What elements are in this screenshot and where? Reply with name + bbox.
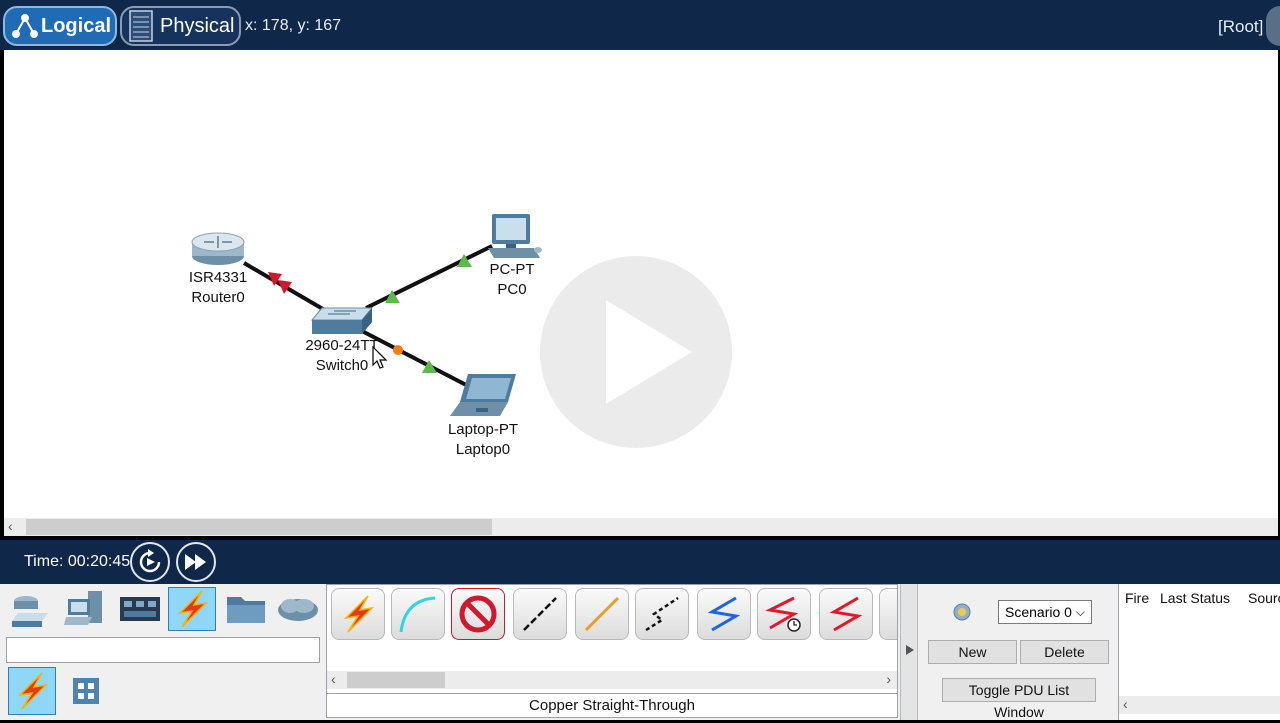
logical-view-button[interactable]: Logical <box>3 6 117 46</box>
lightning-connection-icon <box>177 590 209 628</box>
navigation-toggle[interactable] <box>1266 6 1280 46</box>
panel-divider[interactable] <box>900 584 918 720</box>
fast-forward-icon <box>185 554 206 570</box>
reset-cycle-icon <box>139 549 161 573</box>
automatic-connection-button[interactable] <box>331 588 385 640</box>
new-scenario-button[interactable]: New <box>928 640 1017 664</box>
console-cable-icon <box>399 596 436 633</box>
chevron-down-icon: ⌵ <box>1075 605 1085 619</box>
crossover-cable-icon <box>584 596 620 632</box>
canvas-horizontal-scrollbar[interactable]: ‹ <box>4 518 1278 536</box>
console-connection-button[interactable] <box>391 588 445 640</box>
column-source[interactable]: Sourc <box>1248 590 1280 606</box>
phone-connection-button[interactable] <box>697 588 751 640</box>
lightning-connection-icon <box>17 672 49 710</box>
logical-label: Logical <box>41 14 112 37</box>
device-search-input[interactable] <box>6 637 320 663</box>
simulation-time: Time: 00:20:45 <box>24 553 131 570</box>
cloud-icon <box>278 599 318 621</box>
router-model: ISR4331 <box>188 269 248 286</box>
components-category[interactable] <box>116 587 164 631</box>
scroll-thumb[interactable] <box>26 519 492 535</box>
realtime-bar: Time: 00:20:45 <box>0 540 1280 584</box>
physical-label: Physical <box>160 14 235 37</box>
multiuser-category[interactable] <box>274 587 322 631</box>
scenario-info-icon <box>953 603 971 621</box>
pdu-horizontal-scrollbar[interactable]: ‹ <box>1119 696 1280 714</box>
scroll-right-icon[interactable]: › <box>886 671 891 687</box>
scroll-thumb[interactable] <box>347 672 445 688</box>
copper-cross-over-button[interactable] <box>575 588 629 640</box>
selected-connection-name: Copper Straight-Through <box>327 693 897 717</box>
video-play-icon[interactable] <box>520 236 752 468</box>
logical-icon <box>12 14 38 38</box>
fiber-cable-icon <box>645 596 679 632</box>
connection-horizontal-scrollbar[interactable]: ‹ › <box>327 671 897 689</box>
column-last-status[interactable]: Last Status <box>1160 590 1230 606</box>
miscellaneous-category[interactable] <box>222 587 270 631</box>
laptop-model: Laptop-PT <box>447 421 519 438</box>
serial-dce-button[interactable] <box>757 588 811 640</box>
pdu-list-table: Fire Last Status Sourc ‹ <box>1118 584 1280 720</box>
connections-subcategory[interactable] <box>8 667 56 715</box>
serial-dce-icon <box>765 596 801 632</box>
mouse-cursor-icon <box>372 346 388 369</box>
connection-types-panel: ‹ › Copper Straight-Through <box>326 584 898 718</box>
physical-view-button[interactable]: Physical <box>120 6 241 46</box>
grid-icon <box>73 678 99 704</box>
link-status-pending-icon <box>393 345 403 355</box>
straight-cable-icon <box>523 597 557 631</box>
workspace-toolbar: Logical Physical x: 178, y: 167 [Root] <box>0 0 1280 50</box>
router-name: Router0 <box>191 289 245 306</box>
network-devices-category[interactable] <box>6 587 54 631</box>
expand-arrow-icon[interactable] <box>905 644 915 656</box>
end-devices-icon <box>64 591 102 625</box>
power-cycle-button[interactable] <box>130 542 170 582</box>
device-and-scenario-panel: ‹ › Copper Straight-Through Scenario 0 ⌵… <box>0 584 1280 720</box>
scroll-left-icon[interactable]: ‹ <box>331 671 336 687</box>
device-category-bar <box>4 584 324 634</box>
toggle-pdu-list-button[interactable]: Toggle PDU List Window <box>942 678 1096 720</box>
switch-icon[interactable] <box>310 304 374 338</box>
grid-view-button[interactable] <box>62 667 110 715</box>
automatic-lightning-icon <box>343 595 375 633</box>
router-label: ISR4331 Router0 <box>174 268 262 308</box>
root-breadcrumb[interactable]: [Root] <box>1218 17 1263 37</box>
fast-forward-button[interactable] <box>176 542 216 582</box>
laptop-label: Laptop-PT Laptop0 <box>438 420 528 460</box>
coaxial-connection-button[interactable] <box>879 588 897 640</box>
serial-dte-button[interactable] <box>819 588 873 640</box>
network-devices-icon <box>12 596 48 627</box>
scroll-left-icon[interactable]: ‹ <box>8 518 13 534</box>
phone-cable-icon <box>707 596 741 632</box>
components-icon <box>120 597 160 621</box>
serial-dte-icon <box>829 596 863 632</box>
delete-scenario-button[interactable]: Delete <box>1020 640 1109 664</box>
end-devices-category[interactable] <box>62 587 110 631</box>
delete-connection-button[interactable] <box>451 588 505 640</box>
fiber-connection-button[interactable] <box>635 588 689 640</box>
rack-icon <box>129 10 153 42</box>
no-entry-icon <box>459 595 497 633</box>
scenario-select[interactable]: Scenario 0 ⌵ <box>998 600 1092 624</box>
scroll-left-icon[interactable]: ‹ <box>1123 696 1128 712</box>
column-fire[interactable]: Fire <box>1125 590 1149 606</box>
scenario-panel: Scenario 0 ⌵ New Delete Toggle PDU List … <box>920 584 1114 720</box>
laptop-icon[interactable] <box>448 372 520 418</box>
folder-icon <box>227 597 265 623</box>
laptop-name: Laptop0 <box>455 441 511 458</box>
cursor-coordinates: x: 178, y: 167 <box>245 17 342 34</box>
connections-category[interactable] <box>168 587 216 631</box>
router-icon[interactable] <box>190 228 248 268</box>
copper-straight-through-button[interactable] <box>513 588 567 640</box>
scenario-selected-value: Scenario 0 <box>1005 604 1072 620</box>
